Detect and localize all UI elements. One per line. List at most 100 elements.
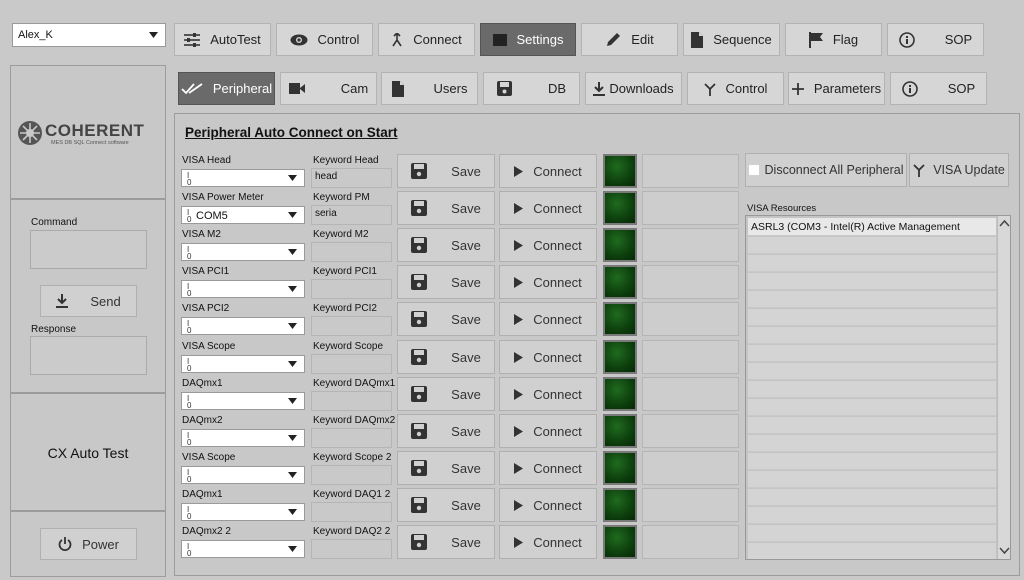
subtab-users[interactable]: Users	[381, 72, 478, 105]
visa-select[interactable]: I0	[181, 243, 305, 261]
status-field	[642, 265, 739, 299]
visa-resources-label: VISA Resources	[747, 203, 817, 214]
save-button[interactable]: Save	[397, 525, 495, 559]
visa-update-button[interactable]: VISA Update	[909, 153, 1009, 187]
status-field	[642, 154, 739, 188]
visa-select[interactable]: I0	[181, 355, 305, 373]
save-button[interactable]: Save	[397, 265, 495, 299]
connect-button[interactable]: Connect	[499, 265, 597, 299]
subtab-cam[interactable]: Cam	[280, 72, 377, 105]
scroll-down-icon[interactable]	[998, 545, 1011, 557]
visa-select[interactable]: I0	[181, 540, 305, 558]
keyword-input[interactable]	[311, 391, 392, 411]
tab-edit[interactable]: Edit	[581, 23, 678, 56]
keyword-input[interactable]	[311, 279, 392, 299]
subtab-sop[interactable]: SOP	[890, 72, 987, 105]
keyword-input[interactable]	[311, 316, 392, 336]
connect-button-label: Connect	[533, 423, 582, 439]
subtab-peripheral[interactable]: Peripheral	[178, 72, 275, 105]
connect-button[interactable]: Connect	[499, 228, 597, 262]
connect-button[interactable]: Connect	[499, 302, 597, 336]
tab-sop[interactable]: SOP	[887, 23, 984, 56]
keyword-input[interactable]	[311, 242, 392, 262]
save-button[interactable]: Save	[397, 340, 495, 374]
connect-button[interactable]: Connect	[499, 525, 597, 559]
play-icon	[514, 351, 524, 363]
visa-select[interactable]: I0	[181, 317, 305, 335]
connect-button[interactable]: Connect	[499, 340, 597, 374]
sliders-icon	[184, 32, 201, 47]
keyword-label: Keyword PCI1	[313, 266, 377, 277]
subtab-control[interactable]: Control	[687, 72, 784, 105]
subtab-parameters[interactable]: Parameters	[788, 72, 885, 105]
visa-select[interactable]: I0	[181, 429, 305, 447]
save-button-label: Save	[451, 237, 481, 253]
connect-button[interactable]: Connect	[499, 451, 597, 485]
power-icon	[58, 537, 72, 551]
tab-connect[interactable]: Connect	[378, 23, 475, 56]
disconnect-all-button[interactable]: Disconnect All Peripheral	[745, 153, 907, 187]
visa-select[interactable]: I0	[181, 466, 305, 484]
connect-button-label: Connect	[533, 386, 582, 402]
visa-select[interactable]: I0	[181, 503, 305, 521]
save-button[interactable]: Save	[397, 488, 495, 522]
status-field	[642, 377, 739, 411]
play-icon	[514, 462, 524, 474]
status-led	[603, 488, 637, 522]
tab-flag[interactable]: Flag	[785, 23, 882, 56]
subtab-users-label: Users	[433, 81, 468, 96]
visa-select[interactable]: I0	[181, 280, 305, 298]
tab-settings[interactable]: Settings	[480, 23, 576, 56]
keyword-input[interactable]: seria	[311, 205, 392, 225]
power-button[interactable]: Power	[40, 528, 137, 560]
connect-button[interactable]: Connect	[499, 488, 597, 522]
save-icon	[496, 81, 512, 96]
connect-button[interactable]: Connect	[499, 414, 597, 448]
list-item-empty	[748, 417, 996, 434]
save-button[interactable]: Save	[397, 302, 495, 336]
user-select[interactable]: Alex_K	[12, 23, 166, 47]
io-icon: I0	[187, 468, 192, 484]
tab-sequence[interactable]: Sequence	[683, 23, 780, 56]
subtab-db[interactable]: DB	[483, 72, 580, 105]
save-button[interactable]: Save	[397, 191, 495, 225]
save-button[interactable]: Save	[397, 377, 495, 411]
keyword-input[interactable]	[311, 354, 392, 374]
connect-button[interactable]: Connect	[499, 377, 597, 411]
document-icon	[391, 80, 404, 97]
subtab-control-label: Control	[725, 81, 768, 96]
flag-icon	[808, 31, 823, 48]
visa-select[interactable]: I0 COM5	[181, 206, 305, 224]
keyword-input[interactable]	[311, 465, 392, 485]
keyword-input[interactable]	[311, 502, 392, 522]
io-icon: I0	[187, 431, 192, 447]
connect-button[interactable]: Connect	[499, 154, 597, 188]
save-button[interactable]: Save	[397, 228, 495, 262]
logo-text: COHERENT	[45, 121, 145, 140]
send-button[interactable]: Send	[40, 285, 137, 317]
app-name-panel: CX Auto Test	[10, 393, 166, 511]
chevron-down-icon	[280, 393, 304, 409]
scroll-up-icon[interactable]	[998, 218, 1011, 230]
visa-select[interactable]: I0	[181, 169, 305, 187]
keyword-input[interactable]: head	[311, 168, 392, 188]
chevron-down-icon	[280, 467, 304, 483]
io-icon: I0	[187, 505, 192, 521]
list-item-empty	[748, 309, 996, 326]
save-button[interactable]: Save	[397, 451, 495, 485]
save-button[interactable]: Save	[397, 414, 495, 448]
list-item[interactable]: ASRL3 (COM3 - Intel(R) Active Management	[748, 218, 996, 236]
subtab-downloads[interactable]: Downloads	[585, 72, 682, 105]
play-icon	[514, 536, 524, 548]
tab-autotest[interactable]: AutoTest	[174, 23, 271, 56]
keyword-input[interactable]	[311, 428, 392, 448]
connect-button[interactable]: Connect	[499, 191, 597, 225]
visa-resources-list[interactable]: ASRL3 (COM3 - Intel(R) Active Management	[745, 215, 1011, 560]
command-input[interactable]	[30, 230, 147, 269]
scrollbar[interactable]	[997, 216, 1010, 559]
tab-control[interactable]: Control	[276, 23, 373, 56]
list-item-empty	[748, 453, 996, 470]
visa-select[interactable]: I0	[181, 392, 305, 410]
save-button[interactable]: Save	[397, 154, 495, 188]
keyword-input[interactable]	[311, 539, 392, 559]
